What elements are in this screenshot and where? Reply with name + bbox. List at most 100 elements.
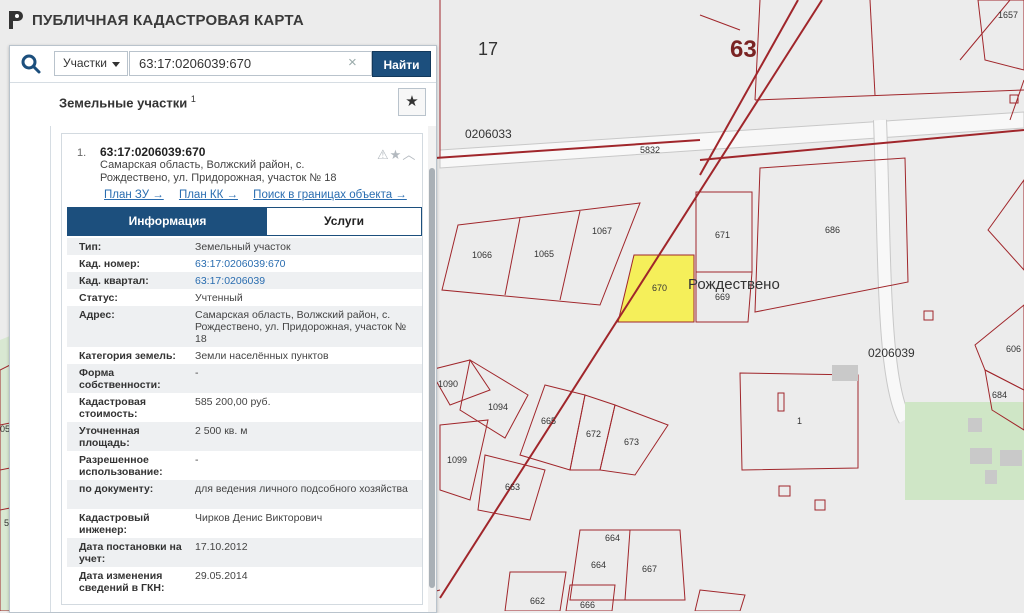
- result-cad-number[interactable]: 63:17:0206039:670: [100, 145, 205, 159]
- map-label-block-63: 63: [730, 36, 757, 63]
- building: [968, 418, 982, 432]
- clear-search-icon[interactable]: ×: [348, 55, 357, 71]
- attribute-value: 17.10.2012: [195, 541, 248, 553]
- label-1657: 1657: [998, 10, 1018, 20]
- attribute-value: Самарская область, Волжский район, с. Ро…: [195, 309, 407, 345]
- results-count: 1: [190, 94, 196, 104]
- attribute-value[interactable]: 63:17:0206039:670: [195, 258, 413, 270]
- attribute-row: Статус: Учтенный: [67, 289, 422, 306]
- attribute-row: Кад. номер: 63:17:0206039:670: [67, 255, 422, 272]
- label-667: 667: [642, 564, 657, 574]
- attribute-row: Кадастровый инженер: Чирков Денис Викторо…: [67, 509, 422, 538]
- attribute-label: Дата постановки на учет:: [79, 541, 182, 565]
- attribute-row: Форма собственности: -: [67, 364, 422, 393]
- attribute-row: Тип: Земельный участок: [67, 238, 422, 255]
- attribute-row: Кад. квартал: 63:17:0206039: [67, 272, 422, 289]
- search-bar: Участки × Найти: [10, 46, 436, 83]
- label-1066: 1066: [472, 250, 492, 260]
- building: [832, 365, 858, 381]
- label-673: 673: [624, 437, 639, 447]
- result-links: План ЗУ → План КК → Поиск в границах объ…: [104, 189, 419, 201]
- chevron-up-icon[interactable]: ︿: [402, 147, 416, 162]
- attribute-value: -: [195, 454, 199, 466]
- favorites-button[interactable]: ★: [398, 88, 426, 116]
- search-input[interactable]: [129, 51, 372, 76]
- object-type-select[interactable]: Участки: [54, 51, 128, 76]
- attribute-label: Кадастровая стоимость:: [79, 396, 146, 420]
- attribute-row: Дата постановки на учет: 17.10.2012: [67, 538, 422, 567]
- attribute-value: Чирков Денис Викторович: [195, 512, 323, 524]
- warning-icon[interactable]: ⚠: [377, 147, 390, 162]
- label-671: 671: [715, 230, 730, 240]
- attribute-value: Земельный участок: [195, 241, 291, 253]
- attribute-value: 29.05.2014: [195, 570, 248, 582]
- label-1: 1: [797, 416, 802, 426]
- attribute-value: Земли населённых пунктов: [195, 350, 329, 362]
- results-title: Земельные участки 1: [59, 94, 196, 110]
- result-tools: ⚠★︿: [377, 144, 416, 163]
- results-scrollbar[interactable]: [428, 126, 436, 612]
- label-665: 665: [541, 416, 556, 426]
- label-1067: 1067: [592, 226, 612, 236]
- map-label-quarter-0206039: 0206039: [868, 346, 915, 360]
- search-icon[interactable]: [20, 53, 42, 75]
- results-list: 1. 63:17:0206039:670 Самарская область, …: [50, 126, 436, 612]
- building: [985, 470, 997, 484]
- attribute-row: Кадастровая стоимость: 585 200,00 руб.: [67, 393, 422, 422]
- building: [1000, 450, 1022, 466]
- attribute-row: Разрешенное использование: -: [67, 451, 422, 480]
- search-in-bounds-link[interactable]: Поиск в границах объекта →: [253, 189, 407, 201]
- result-card: 1. 63:17:0206039:670 Самарская область, …: [61, 133, 423, 605]
- attribute-table: Тип: Земельный участок Кад. номер: 63:17:02…: [67, 238, 422, 596]
- attribute-label: Адрес:: [79, 309, 115, 321]
- search-panel: Участки × Найти Земельные участки 1 ★ 1.…: [9, 45, 437, 613]
- attribute-value: 585 200,00 руб.: [195, 396, 271, 408]
- tab-information[interactable]: Информация: [68, 208, 267, 235]
- scrollbar-thumb[interactable]: [429, 168, 435, 588]
- label-684: 684: [992, 390, 1007, 400]
- result-address: Самарская область, Волжский район, с. Ро…: [100, 159, 337, 184]
- attribute-row: Уточненная площадь: 2 500 кв. м: [67, 422, 422, 451]
- attribute-row: Категория земель: Земли населённых пункто…: [67, 347, 422, 364]
- attribute-value: -: [195, 367, 199, 379]
- attribute-label: Разрешенное использование:: [79, 454, 163, 478]
- attribute-value[interactable]: 63:17:0206039: [195, 275, 413, 287]
- find-button[interactable]: Найти: [372, 51, 431, 77]
- map-label-village: Рождествено: [688, 276, 780, 293]
- label-669: 669: [715, 292, 730, 302]
- label-1065: 1065: [534, 249, 554, 259]
- label-662: 662: [530, 596, 545, 606]
- attribute-value: для ведения личного подсобного хозяйства: [195, 483, 408, 495]
- star-outline-icon[interactable]: ★: [390, 147, 403, 162]
- attribute-label: по документу:: [79, 483, 154, 495]
- label-670: 670: [652, 283, 667, 293]
- label-666: 666: [580, 600, 595, 610]
- label-664: 664: [605, 533, 620, 543]
- object-type-value: Участки: [63, 56, 107, 70]
- attribute-row: Адрес: Самарская область, Волжский район,…: [67, 306, 422, 347]
- attribute-label: Форма собственности:: [79, 367, 161, 391]
- label-1094: 1094: [488, 402, 508, 412]
- label-663: 663: [505, 482, 520, 492]
- map-label-17: 17: [478, 39, 498, 59]
- attribute-row: по документу: для ведения личного подсобн…: [67, 480, 422, 509]
- label-672: 672: [586, 429, 601, 439]
- attribute-value: Учтенный: [195, 292, 243, 304]
- info-tabs: Информация Услуги: [67, 207, 422, 236]
- attribute-label: Статус:: [79, 292, 118, 304]
- building: [970, 448, 992, 464]
- plan-zu-link[interactable]: План ЗУ →: [104, 189, 164, 201]
- star-icon: ★: [405, 93, 419, 110]
- attribute-label: Дата изменения сведений в ГКН:: [79, 570, 165, 594]
- map-label-road-5832: 5832: [640, 145, 660, 155]
- attribute-label: Уточненная площадь:: [79, 425, 140, 449]
- map-label-quarter-0206033: 0206033: [465, 127, 512, 141]
- tab-services[interactable]: Услуги: [267, 208, 421, 235]
- label-1099: 1099: [447, 455, 467, 465]
- plan-kk-link[interactable]: План КК →: [179, 189, 238, 201]
- results-header: Земельные участки 1 ★: [50, 83, 436, 125]
- label-686: 686: [825, 225, 840, 235]
- attribute-label: Тип:: [79, 241, 102, 253]
- app-title: ПУБЛИЧНАЯ КАДАСТРОВАЯ КАРТА: [32, 11, 304, 29]
- label-606: 606: [1006, 344, 1021, 354]
